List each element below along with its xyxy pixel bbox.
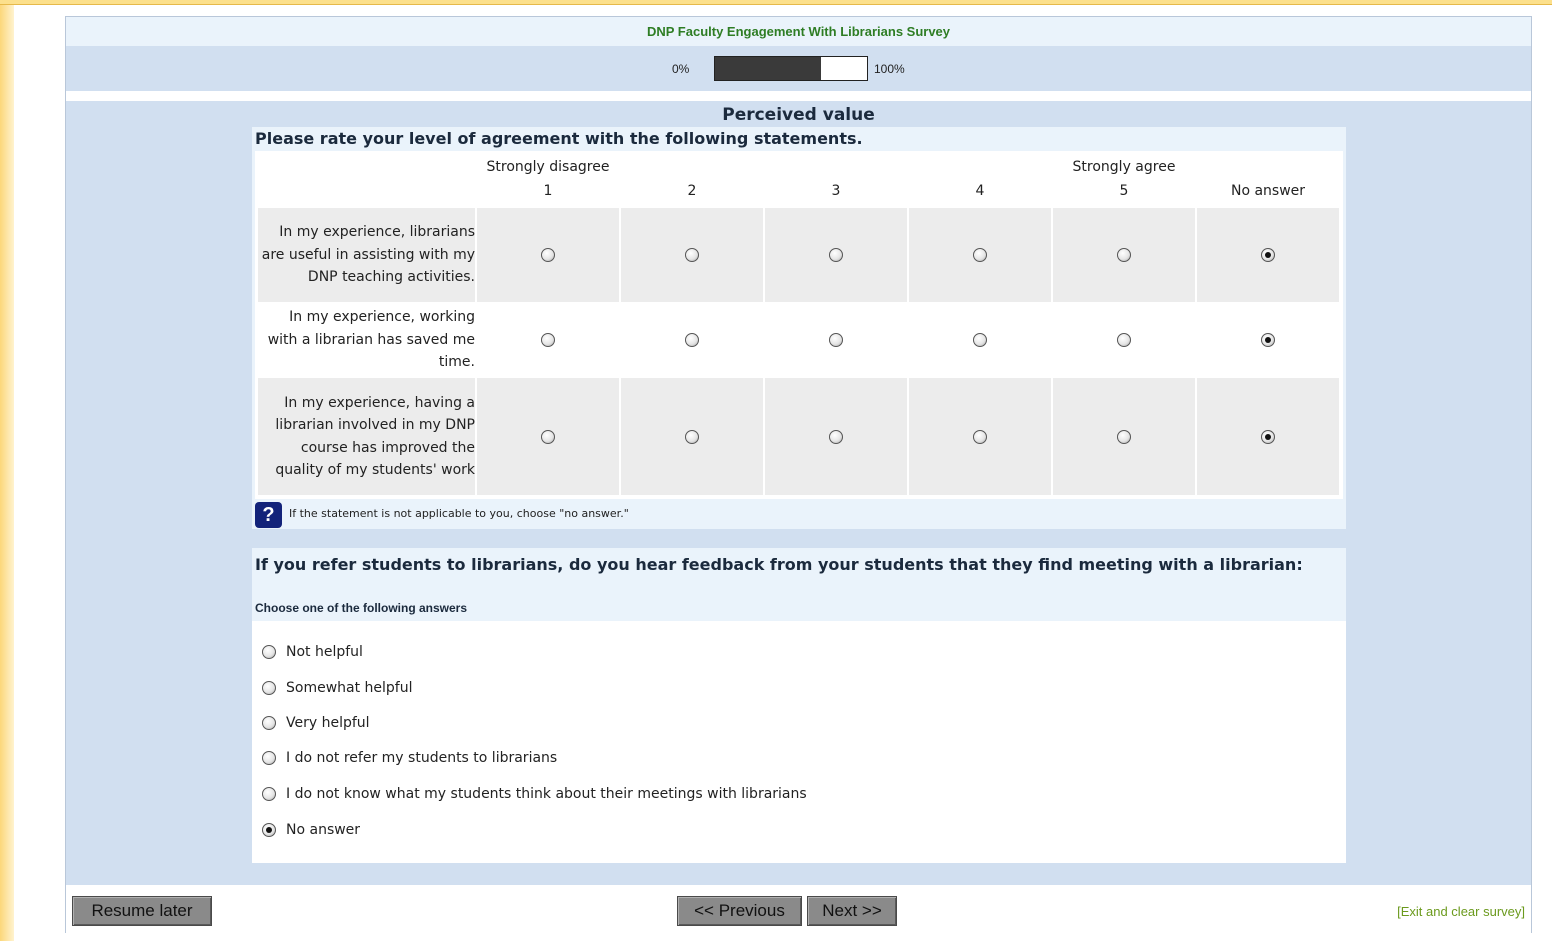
- survey-title: DNP Faculty Engagement With Librarians S…: [66, 17, 1531, 46]
- matrix-cell[interactable]: [1053, 304, 1195, 376]
- progress-fill: [715, 57, 822, 80]
- matrix-cell[interactable]: [477, 304, 619, 376]
- progress-max-label: 100%: [874, 62, 905, 76]
- question-2-text: If you refer students to librarians, do …: [255, 555, 1303, 574]
- question-1-help-text: If the statement is not applicable to yo…: [289, 507, 629, 520]
- question-2-help: Choose one of the following answers: [255, 601, 468, 615]
- matrix-radio[interactable]: [541, 429, 555, 444]
- matrix-radio[interactable]: [1117, 248, 1131, 262]
- answer-radio[interactable]: [262, 823, 276, 837]
- matrix-radio[interactable]: [1117, 333, 1131, 347]
- col-top-label-5: Strongly agree: [1072, 159, 1176, 175]
- col-top-label-1: Strongly disagree: [486, 159, 610, 175]
- answer-option[interactable]: No answer: [262, 820, 360, 840]
- answer-option[interactable]: I do not refer my students to librarians: [262, 748, 557, 768]
- col-label-6: No answer: [1230, 183, 1306, 199]
- exit-clear-survey-link[interactable]: [Exit and clear survey]: [1397, 904, 1525, 919]
- matrix-radio[interactable]: [1261, 429, 1275, 444]
- answer-radio[interactable]: [262, 787, 276, 801]
- col-label-5: 5: [1119, 183, 1129, 199]
- answer-label[interactable]: Very helpful: [286, 715, 370, 731]
- matrix-cell[interactable]: [765, 304, 907, 376]
- matrix-cell[interactable]: [621, 378, 763, 495]
- matrix-radio[interactable]: [1261, 248, 1275, 262]
- col-label-4: 4: [975, 183, 985, 199]
- matrix-radio[interactable]: [1261, 333, 1275, 347]
- left-decorative-strip: [0, 0, 14, 941]
- matrix-row-label-3: In my experience, having a librarian inv…: [258, 378, 475, 495]
- matrix-cell[interactable]: [1053, 378, 1195, 495]
- question-group: Perceived value Please rate your level o…: [66, 101, 1531, 885]
- matrix-cell[interactable]: [1197, 304, 1339, 376]
- question-mark-icon: ?: [255, 502, 282, 528]
- matrix-radio[interactable]: [541, 248, 555, 262]
- col-label-3: 3: [831, 183, 841, 199]
- answer-label[interactable]: I do not refer my students to librarians: [286, 750, 557, 766]
- matrix-cell[interactable]: [909, 378, 1051, 495]
- matrix-radio[interactable]: [829, 248, 843, 262]
- matrix-cell[interactable]: [477, 378, 619, 495]
- matrix-radio[interactable]: [973, 248, 987, 262]
- matrix-cell[interactable]: [909, 304, 1051, 376]
- question-1-card: Please rate your level of agreement with…: [252, 127, 1346, 529]
- answer-radio[interactable]: [262, 716, 276, 730]
- matrix-cell[interactable]: [621, 304, 763, 376]
- answer-option[interactable]: I do not know what my students think abo…: [262, 784, 807, 804]
- question-1-text: Please rate your level of agreement with…: [255, 129, 863, 148]
- answer-radio[interactable]: [262, 681, 276, 695]
- group-title: Perceived value: [722, 105, 875, 125]
- answer-label[interactable]: No answer: [286, 822, 360, 838]
- top-decorative-strip: [0, 0, 1552, 5]
- question-2-header: If you refer students to librarians, do …: [252, 548, 1346, 621]
- progress-bar: [714, 56, 868, 81]
- progress-row: 0% 100%: [66, 46, 1531, 91]
- matrix-radio[interactable]: [685, 429, 699, 444]
- answer-option[interactable]: Very helpful: [262, 713, 370, 733]
- matrix-cell[interactable]: [621, 208, 763, 302]
- matrix-radio[interactable]: [973, 333, 987, 347]
- matrix-cell[interactable]: [1197, 208, 1339, 302]
- previous-button[interactable]: << Previous: [677, 896, 802, 926]
- next-button[interactable]: Next >>: [807, 896, 897, 926]
- matrix-cell[interactable]: [1053, 208, 1195, 302]
- matrix-radio[interactable]: [541, 333, 555, 347]
- matrix-radio[interactable]: [829, 429, 843, 444]
- answer-radio[interactable]: [262, 751, 276, 765]
- matrix-radio[interactable]: [1117, 429, 1131, 444]
- matrix-radio[interactable]: [973, 429, 987, 444]
- matrix-radio[interactable]: [685, 333, 699, 347]
- answer-option[interactable]: Somewhat helpful: [262, 678, 413, 698]
- resume-later-button[interactable]: Resume later: [72, 896, 212, 926]
- navigation-bar: Resume later << Previous Next >> [Exit a…: [66, 885, 1531, 934]
- answer-label[interactable]: Somewhat helpful: [286, 680, 413, 696]
- progress-min-label: 0%: [672, 62, 690, 76]
- survey-frame: DNP Faculty Engagement With Librarians S…: [65, 16, 1532, 934]
- answer-label[interactable]: I do not know what my students think abo…: [286, 786, 807, 802]
- col-label-2: 2: [687, 183, 697, 199]
- matrix-cell[interactable]: [1197, 378, 1339, 495]
- matrix-row-label-2: In my experience, working with a librari…: [267, 309, 475, 371]
- answer-label[interactable]: Not helpful: [286, 644, 363, 660]
- answer-radio[interactable]: [262, 645, 276, 659]
- answer-option[interactable]: Not helpful: [262, 642, 363, 662]
- matrix-radio[interactable]: [685, 248, 699, 262]
- matrix-row-label-1: In my experience, librarians are useful …: [258, 208, 475, 302]
- question-2-card: If you refer students to librarians, do …: [252, 548, 1346, 863]
- matrix-radio[interactable]: [829, 333, 843, 347]
- col-label-1: 1: [543, 183, 553, 199]
- question-1-help: ? If the statement is not applicable to …: [252, 499, 1346, 529]
- matrix-table: Strongly disagree Strongly agree 1 2 3 4…: [255, 151, 1343, 523]
- matrix-cell[interactable]: [765, 208, 907, 302]
- matrix-cell[interactable]: [765, 378, 907, 495]
- matrix-cell[interactable]: [909, 208, 1051, 302]
- matrix-cell[interactable]: [477, 208, 619, 302]
